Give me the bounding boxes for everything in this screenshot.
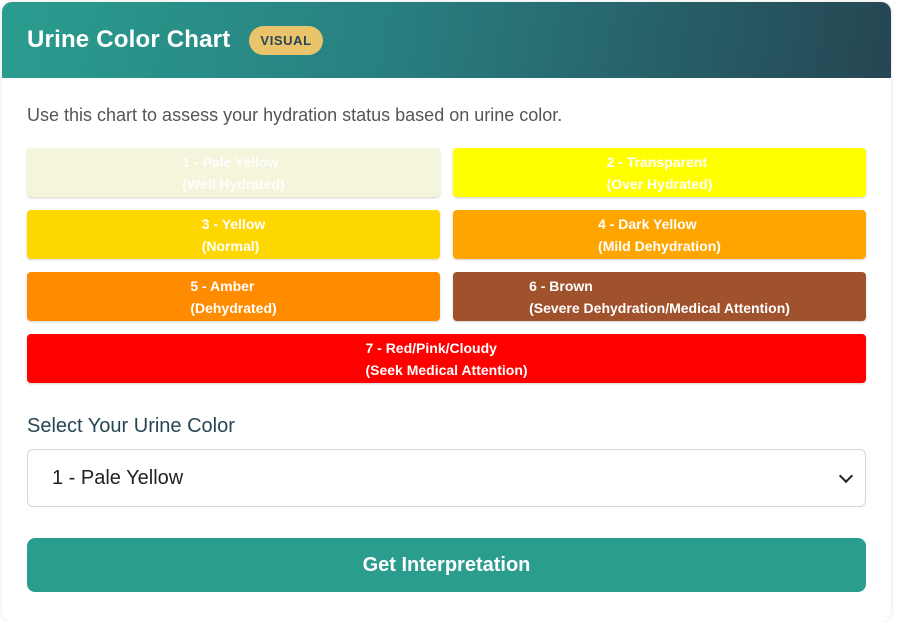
swatch-label: 2 - Transparent: [606, 153, 707, 170]
swatch-amber[interactable]: 5 - Amber (Dehydrated): [27, 272, 440, 321]
swatch-label: 3 - Yellow: [201, 215, 266, 232]
chart-description: Use this chart to assess your hydration …: [27, 105, 563, 125]
swatch-meaning: (Normal): [201, 237, 260, 254]
swatch-meaning: (Mild Dehydration): [598, 237, 721, 254]
get-interpretation-button[interactable]: Get Interpretation: [27, 538, 866, 592]
swatch-brown[interactable]: 6 - Brown (Severe Dehydration/Medical At…: [453, 272, 866, 321]
urine-color-card: Urine Color Chart VISUAL Use this chart …: [2, 2, 891, 622]
swatch-meaning: (Well Hydrated): [182, 175, 285, 192]
urine-color-select[interactable]: 1 - Pale Yellow: [27, 449, 866, 507]
select-value: 1 - Pale Yellow: [52, 466, 184, 489]
color-swatch-grid: 1 - Pale Yellow (Well Hydrated) 2 - Tran…: [27, 148, 866, 383]
swatch-label: 1 - Pale Yellow: [182, 153, 279, 170]
visual-badge: VISUAL: [249, 25, 323, 55]
swatch-label: 5 - Amber: [190, 277, 255, 294]
select-label: Select Your Urine Color: [27, 415, 235, 437]
swatch-label: 7 - Red/Pink/Cloudy: [365, 339, 497, 356]
swatch-meaning: (Severe Dehydration/Medical Attention): [529, 299, 790, 316]
swatch-yellow[interactable]: 3 - Yellow (Normal): [27, 210, 440, 259]
swatch-pale-yellow[interactable]: 1 - Pale Yellow (Well Hydrated): [27, 148, 440, 197]
swatch-transparent[interactable]: 2 - Transparent (Over Hydrated): [453, 148, 866, 197]
swatch-label: 4 - Dark Yellow: [598, 215, 697, 232]
card-header: Urine Color Chart VISUAL: [2, 2, 891, 78]
swatch-meaning: (Over Hydrated): [606, 175, 713, 192]
swatch-meaning: (Dehydrated): [190, 299, 277, 316]
chevron-down-icon: [838, 468, 854, 483]
swatch-label: 6 - Brown: [529, 277, 593, 294]
swatch-red-pink-cloudy[interactable]: 7 - Red/Pink/Cloudy (Seek Medical Attent…: [27, 334, 866, 383]
swatch-meaning: (Seek Medical Attention): [365, 361, 528, 378]
page-title: Urine Color Chart: [27, 26, 231, 53]
swatch-dark-yellow[interactable]: 4 - Dark Yellow (Mild Dehydration): [453, 210, 866, 259]
